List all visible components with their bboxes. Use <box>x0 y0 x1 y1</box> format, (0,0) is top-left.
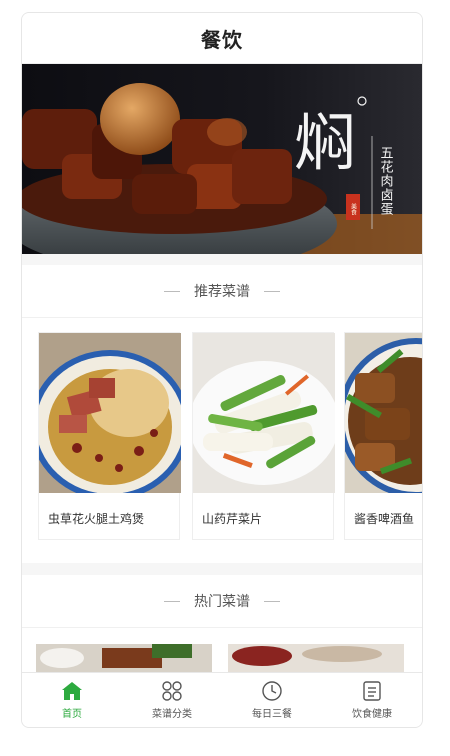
banner-carousel[interactable]: 焖 五花肉卤蛋 美食 <box>22 64 422 254</box>
recommended-list[interactable]: 虫草花火腿土鸡煲 山药芹菜片 酱香啤酒鱼 <box>22 318 422 556</box>
page-title: 餐饮 <box>201 27 243 52</box>
tab-diet-health[interactable]: 饮食健康 <box>322 673 422 727</box>
tab-label: 饮食健康 <box>352 709 392 720</box>
tab-label: 首页 <box>62 709 82 720</box>
recipe-name: 酱香啤酒鱼 <box>354 512 415 526</box>
recipe-name: 虫草花火腿土鸡煲 <box>48 512 145 526</box>
grid-icon <box>162 681 182 701</box>
recommended-header: 推荐菜谱 <box>22 265 422 318</box>
top-bar: 餐饮 <box>22 13 422 64</box>
banner-vertical-text: 五花肉卤蛋 <box>378 146 394 216</box>
banner-seal: 美食 <box>350 202 357 216</box>
phone-frame: 餐饮 焖 五花肉卤蛋 美食 推荐菜谱 虫草花火腿土鸡煲 山药芹菜片 酱香啤酒鱼 … <box>21 12 423 728</box>
recipe-image <box>193 333 335 493</box>
bottom-tab-bar: 首页 菜谱分类 每日三餐 饮食健康 <box>22 672 422 727</box>
recipe-image <box>345 333 422 493</box>
tab-daily-meals[interactable]: 每日三餐 <box>222 673 322 727</box>
recipe-name: 山药芹菜片 <box>202 512 263 526</box>
recommended-section: 推荐菜谱 虫草花火腿土鸡煲 山药芹菜片 酱香啤酒鱼 <box>22 265 422 563</box>
tab-home[interactable]: 首页 <box>22 673 122 727</box>
recommended-title: 推荐菜谱 <box>194 284 250 300</box>
hot-title: 热门菜谱 <box>194 594 250 610</box>
recipe-card[interactable]: 酱香啤酒鱼 <box>344 332 422 540</box>
recipe-image <box>39 333 181 493</box>
divider <box>264 290 280 292</box>
divider <box>264 600 280 602</box>
divider <box>164 290 180 292</box>
hot-header: 热门菜谱 <box>22 575 422 628</box>
tab-label: 菜谱分类 <box>152 709 192 720</box>
tab-label: 每日三餐 <box>252 709 292 720</box>
clock-icon <box>262 681 282 701</box>
recipe-card[interactable]: 山药芹菜片 <box>192 332 335 540</box>
divider <box>164 600 180 602</box>
hot-section: 热门菜谱 <box>22 575 422 685</box>
document-icon <box>363 681 381 701</box>
recipe-card[interactable]: 虫草花火腿土鸡煲 <box>38 332 181 540</box>
banner-image: 焖 五花肉卤蛋 美食 <box>22 64 422 254</box>
banner-big-char: 焖 <box>294 106 356 179</box>
home-icon <box>62 682 82 700</box>
tab-categories[interactable]: 菜谱分类 <box>122 673 222 727</box>
